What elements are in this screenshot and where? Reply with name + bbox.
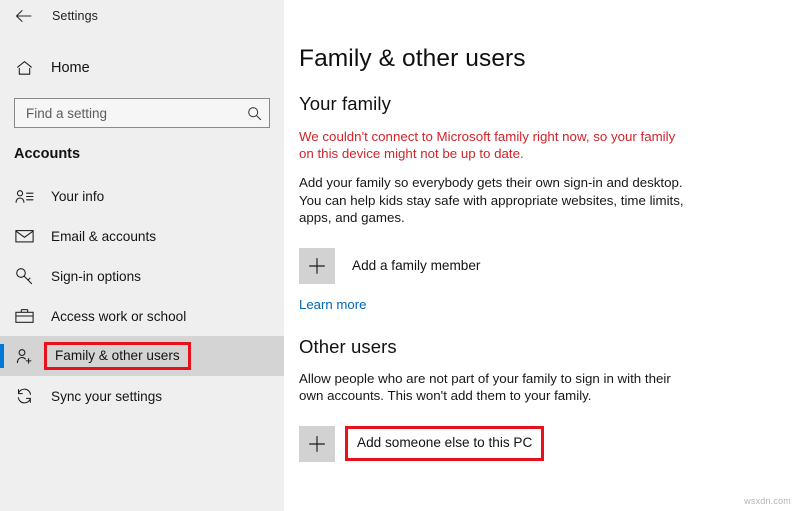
add-someone-else-label: Add someone else to this PC bbox=[345, 426, 545, 461]
page-title: Family & other users bbox=[299, 45, 526, 72]
main-content: Family & other users Your family We coul… bbox=[284, 0, 800, 511]
search-input[interactable] bbox=[26, 105, 246, 121]
sidebar-item-access-work-school[interactable]: Access work or school bbox=[0, 296, 284, 336]
add-family-member-label: Add a family member bbox=[352, 258, 481, 273]
sidebar-category-title: Accounts bbox=[14, 146, 81, 162]
sidebar-item-access-work-school-label: Access work or school bbox=[51, 308, 187, 324]
family-connection-error: We couldn't connect to Microsoft family … bbox=[299, 129, 676, 161]
user-info-icon bbox=[14, 186, 34, 206]
learn-more-link[interactable]: Learn more bbox=[299, 297, 366, 312]
add-user-icon bbox=[14, 346, 34, 366]
key-icon bbox=[14, 266, 34, 286]
plus-icon bbox=[299, 425, 335, 462]
sidebar: Settings Home Accounts bbox=[0, 0, 284, 511]
home-icon bbox=[14, 58, 34, 78]
sidebar-item-family-other-users-label: Family & other users bbox=[44, 341, 191, 371]
add-someone-else-button[interactable]: Add someone else to this PC bbox=[299, 425, 545, 462]
other-users-section: Other users Allow people who are not par… bbox=[299, 336, 800, 462]
sidebar-item-email-accounts-label: Email & accounts bbox=[51, 228, 157, 244]
sync-icon bbox=[14, 386, 34, 406]
other-users-heading: Other users bbox=[299, 335, 397, 357]
sidebar-item-home-label: Home bbox=[51, 60, 90, 76]
back-arrow-icon[interactable] bbox=[12, 5, 34, 27]
your-family-heading: Your family bbox=[299, 93, 391, 114]
settings-window: Settings Home Accounts bbox=[0, 0, 800, 511]
app-title: Settings bbox=[52, 9, 98, 23]
sidebar-nav-list: Your info Email & accounts Sign-in optio… bbox=[0, 176, 284, 416]
sidebar-item-signin-options-label: Sign-in options bbox=[51, 268, 141, 284]
sidebar-item-family-other-users[interactable]: Family & other users bbox=[0, 336, 284, 376]
add-family-member-button[interactable]: Add a family member bbox=[299, 247, 481, 284]
title-bar: Settings bbox=[0, 0, 284, 32]
search-icon[interactable] bbox=[246, 105, 262, 121]
your-family-description: Add your family so everybody gets their … bbox=[299, 175, 684, 225]
sidebar-item-your-info[interactable]: Your info bbox=[0, 176, 284, 216]
sidebar-item-sync-your-settings[interactable]: Sync your settings bbox=[0, 376, 284, 416]
search-box[interactable] bbox=[14, 98, 270, 128]
sidebar-item-home[interactable]: Home bbox=[0, 51, 284, 85]
other-users-description: Allow people who are not part of your fa… bbox=[299, 370, 671, 404]
envelope-icon bbox=[14, 226, 34, 246]
plus-icon bbox=[299, 247, 335, 284]
watermark: wsxdn.com bbox=[744, 496, 791, 506]
sidebar-item-your-info-label: Your info bbox=[51, 188, 105, 204]
sidebar-item-signin-options[interactable]: Sign-in options bbox=[0, 256, 284, 296]
sidebar-item-sync-your-settings-label: Sync your settings bbox=[51, 388, 163, 404]
sidebar-item-email-accounts[interactable]: Email & accounts bbox=[0, 216, 284, 256]
briefcase-icon bbox=[14, 306, 34, 326]
